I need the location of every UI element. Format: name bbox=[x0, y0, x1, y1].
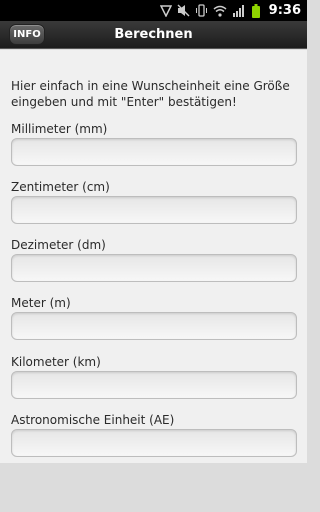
millimeter-input[interactable] bbox=[11, 138, 297, 166]
mute-icon bbox=[177, 4, 191, 18]
bottom-area bbox=[0, 463, 307, 512]
page-title: Berechnen bbox=[114, 27, 193, 42]
vibrate-icon bbox=[195, 4, 209, 18]
notification-icon bbox=[159, 4, 173, 18]
intro-text: Hier einfach in eine Wunscheinheit eine … bbox=[11, 79, 290, 109]
clock: 9:36 bbox=[268, 3, 301, 18]
wifi-icon bbox=[213, 4, 227, 18]
label-kilometer: Kilometer (km) bbox=[11, 355, 101, 369]
signal-icon bbox=[231, 4, 245, 18]
astronomische-einheit-input[interactable] bbox=[11, 429, 297, 457]
status-icons: 9:36 bbox=[159, 0, 307, 21]
label-meter: Meter (m) bbox=[11, 296, 71, 310]
label-dezimeter: Dezimeter (dm) bbox=[11, 238, 106, 252]
label-astronomische-einheit: Astronomische Einheit (AE) bbox=[11, 413, 175, 427]
main-content: Hier einfach in eine Wunscheinheit eine … bbox=[0, 50, 307, 463]
battery-icon bbox=[249, 3, 263, 18]
action-bar: Berechnen INFO bbox=[0, 21, 307, 49]
dezimeter-input[interactable] bbox=[11, 254, 297, 282]
meter-input[interactable] bbox=[11, 312, 297, 340]
zentimeter-input[interactable] bbox=[11, 196, 297, 224]
label-millimeter: Millimeter (mm) bbox=[11, 122, 108, 136]
kilometer-input[interactable] bbox=[11, 371, 297, 399]
info-button[interactable]: INFO bbox=[9, 24, 45, 45]
label-zentimeter: Zentimeter (cm) bbox=[11, 180, 110, 194]
status-bar: 9:36 bbox=[0, 0, 307, 21]
